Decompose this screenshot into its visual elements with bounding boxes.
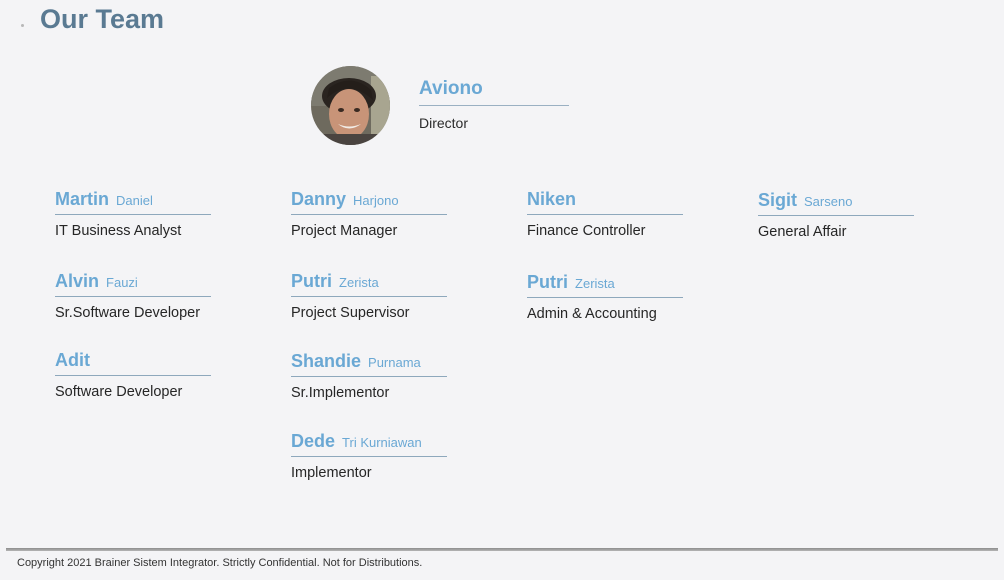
last-name: Fauzi (106, 275, 138, 290)
member-role: Project Manager (291, 223, 398, 239)
member-card: Putri Zerista Admin & Accounting (527, 271, 687, 322)
last-name: Sarseno (804, 194, 853, 209)
first-name: Putri (291, 271, 333, 291)
member-card: Putri Zerista Project Supervisor (291, 270, 451, 321)
last-name: Zerista (339, 275, 379, 290)
divider (527, 297, 683, 298)
director-role: Director (419, 115, 469, 131)
member-role: Finance Controller (527, 223, 646, 239)
divider (758, 215, 914, 216)
member-role: Admin & Accounting (527, 306, 657, 322)
avatar-photo-icon (311, 66, 390, 145)
first-name: Dede (291, 431, 336, 451)
member-card: Martin Daniel IT Business Analyst (55, 188, 215, 239)
member-name: Niken (527, 188, 687, 210)
member-card: Sigit Sarseno General Affair (758, 189, 918, 240)
first-name: Sigit (758, 190, 797, 210)
footer-copyright: Copyright 2021 Brainer Sistem Integrator… (17, 557, 423, 569)
divider (527, 214, 683, 215)
member-name: Martin Daniel (55, 188, 215, 212)
member-name: Putri Zerista (291, 270, 451, 294)
footer-divider (6, 548, 998, 551)
divider (291, 296, 447, 297)
team-page: Our Team Aviono Director Martin Daniel I… (0, 0, 1004, 580)
member-role: Sr.Software Developer (55, 305, 201, 321)
last-name: Tri Kurniawan (342, 435, 422, 450)
first-name: Danny (291, 189, 347, 209)
member-card: Alvin Fauzi Sr.Software Developer (55, 270, 215, 321)
first-name: Martin (55, 189, 109, 209)
divider (291, 214, 447, 215)
member-name: Putri Zerista (527, 271, 687, 295)
last-name: Harjono (353, 193, 399, 208)
page-title: Our Team (40, 4, 165, 34)
divider (55, 214, 211, 215)
director-avatar (311, 66, 390, 145)
director-name: Aviono (419, 78, 483, 99)
divider (291, 456, 447, 457)
member-name: Dede Tri Kurniawan (291, 430, 451, 454)
member-card: Danny Harjono Project Manager (291, 188, 451, 239)
member-card: Adit Software Developer (55, 349, 215, 400)
member-name: Sigit Sarseno (758, 189, 918, 213)
divider (55, 375, 211, 376)
last-name: Zerista (575, 276, 615, 291)
divider (419, 105, 569, 106)
first-name: Niken (527, 189, 577, 209)
member-name: Shandie Purnama (291, 350, 451, 374)
divider (291, 376, 447, 377)
last-name: Daniel (116, 193, 153, 208)
first-name: Alvin (55, 271, 100, 291)
member-card: Shandie Purnama Sr.Implementor (291, 350, 451, 401)
member-role: IT Business Analyst (55, 223, 182, 239)
member-name: Alvin Fauzi (55, 270, 215, 294)
member-role: Project Supervisor (291, 305, 410, 321)
first-name: Shandie (291, 351, 362, 371)
member-role: Sr.Implementor (291, 385, 390, 401)
member-name: Adit (55, 349, 215, 371)
first-name: Putri (527, 272, 569, 292)
first-name: Adit (55, 350, 90, 370)
member-role: General Affair (758, 224, 847, 240)
member-role: Software Developer (55, 384, 183, 400)
divider (55, 296, 211, 297)
member-card: Niken Finance Controller (527, 188, 687, 239)
member-name: Danny Harjono (291, 188, 451, 212)
director-card: Aviono Director (419, 78, 569, 131)
member-card: Dede Tri Kurniawan Implementor (291, 430, 451, 481)
member-role: Implementor (291, 465, 372, 481)
last-name: Purnama (368, 355, 421, 370)
bullet-dot (21, 24, 24, 27)
